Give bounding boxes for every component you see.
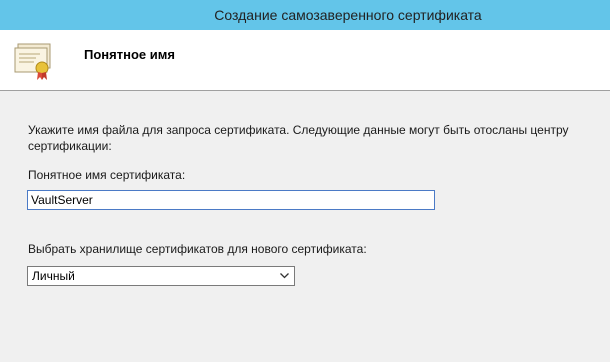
cert-store-dropdown[interactable]: Личный xyxy=(27,266,295,286)
dialog-window: Создание самозаверенного сертификата Пон… xyxy=(0,0,610,362)
cert-store-selected-value: Личный xyxy=(32,269,75,283)
window-title: Создание самозаверенного сертификата xyxy=(214,7,482,23)
description-text: Укажите имя файла для запроса сертификат… xyxy=(28,123,569,153)
cert-store-label: Выбрать хранилище сертификатов для новог… xyxy=(28,242,367,256)
title-bar[interactable]: Создание самозаверенного сертификата xyxy=(0,0,610,30)
friendly-name-label: Понятное имя сертификата: xyxy=(28,168,186,182)
certificate-icon xyxy=(14,43,51,80)
friendly-name-input[interactable] xyxy=(27,190,435,210)
chevron-down-icon[interactable] xyxy=(276,267,292,285)
page-title: Понятное имя xyxy=(84,47,175,62)
wizard-header: Понятное имя xyxy=(0,30,610,91)
wizard-content: Укажите имя файла для запроса сертификат… xyxy=(0,91,610,362)
